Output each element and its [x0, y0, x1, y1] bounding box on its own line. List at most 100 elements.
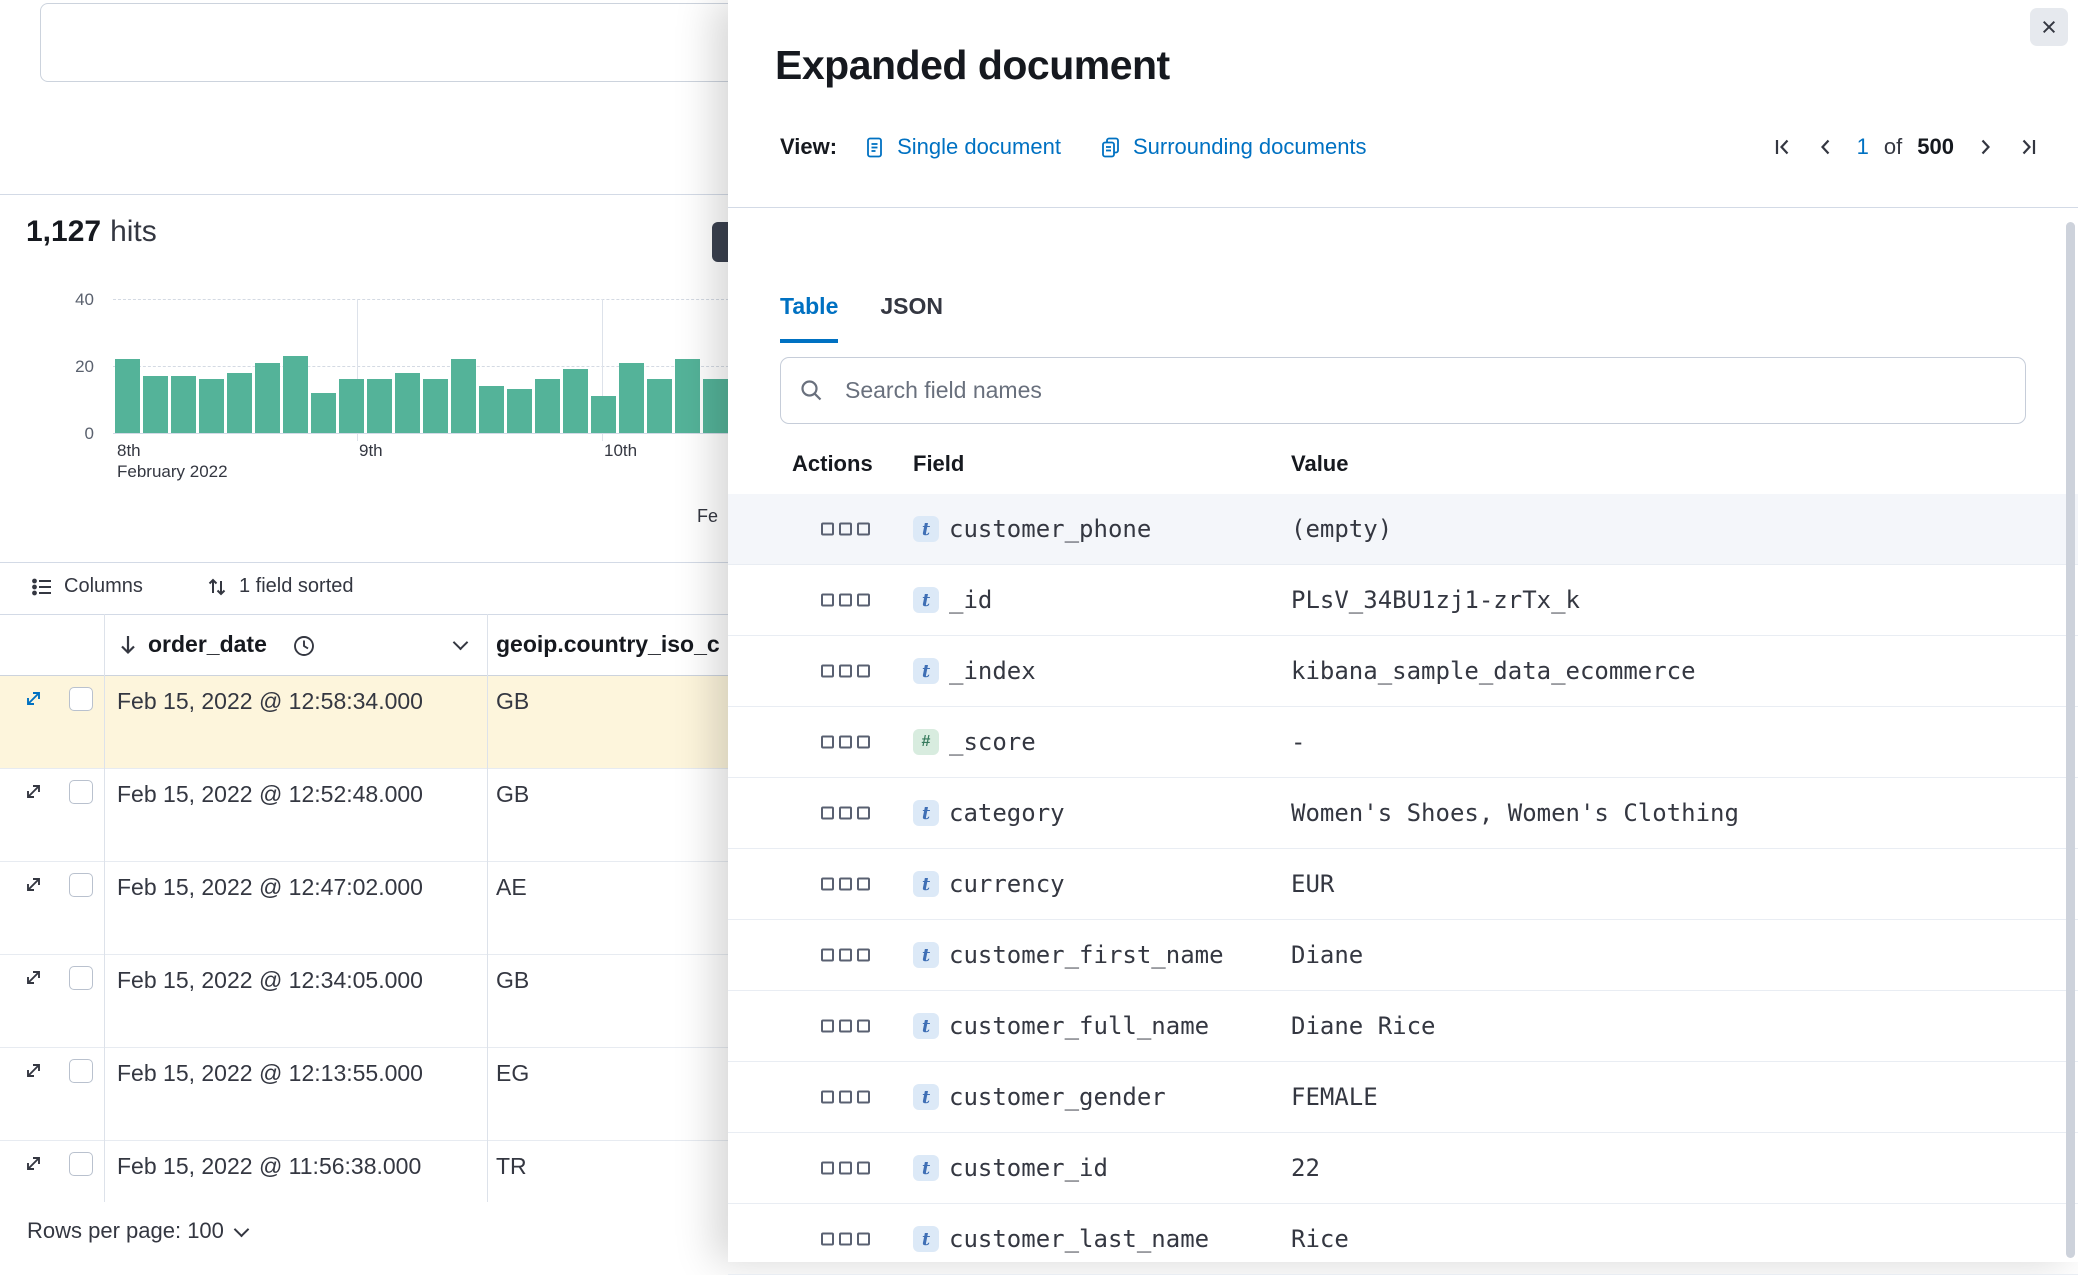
field-actions-buttons[interactable] [821, 1019, 870, 1033]
histogram-bar[interactable] [479, 386, 504, 433]
flyout-scrollbar[interactable] [2066, 222, 2075, 1258]
field-actions-buttons[interactable] [821, 522, 870, 536]
header-actions: Actions [792, 451, 873, 476]
cut-off-button[interactable] [712, 222, 728, 262]
table-row[interactable]: Feb 15, 2022 @ 12:52:48.000 GB [0, 769, 728, 862]
histogram-bar[interactable] [423, 379, 448, 433]
x-axis-tick: 10th [604, 441, 638, 460]
histogram-bar[interactable] [563, 369, 588, 433]
select-row-checkbox[interactable] [69, 687, 93, 711]
histogram-bar[interactable] [591, 396, 616, 433]
order-date-cell: Feb 15, 2022 @ 12:58:34.000 [117, 688, 423, 714]
close-icon: × [2041, 11, 2057, 42]
field-actions-buttons[interactable] [821, 877, 870, 891]
table-row[interactable]: Feb 15, 2022 @ 12:13:55.000 EG [0, 1048, 728, 1141]
histogram-bar[interactable] [703, 379, 728, 433]
expanded-document-flyout: × Expanded document View: Single documen… [728, 0, 2078, 1275]
field-actions-buttons[interactable] [821, 1161, 870, 1175]
table-row[interactable]: Feb 15, 2022 @ 12:58:34.000 GB [0, 676, 728, 769]
field-sorted-button[interactable]: 1 field sorted [206, 575, 354, 598]
expand-document-icon [27, 692, 40, 705]
histogram-bar[interactable] [451, 359, 476, 433]
field-actions-buttons[interactable] [821, 948, 870, 962]
field-actions-buttons[interactable] [821, 1232, 870, 1246]
expand-document-icon [27, 971, 40, 984]
field-name: customer_id [949, 1154, 1108, 1182]
tab-table[interactable]: Table [780, 293, 839, 343]
field-sorted-label: 1 field sorted [239, 575, 354, 597]
expand-document-button[interactable] [23, 1060, 44, 1086]
last-page-button[interactable] [2016, 135, 2040, 159]
order-date-cell: Feb 15, 2022 @ 12:13:55.000 [117, 1060, 423, 1086]
documents-icon [1102, 137, 1119, 157]
field-actions-buttons[interactable] [821, 1090, 870, 1104]
table-row[interactable]: Feb 15, 2022 @ 12:47:02.000 AE [0, 862, 728, 955]
flyout-header-divider [728, 207, 2078, 208]
field-value: Rice [1291, 1225, 1349, 1253]
select-row-checkbox[interactable] [69, 780, 93, 804]
column-header-order-date: order_date [148, 631, 267, 657]
field-row: t _id PLsV_34BU1zj1-zrTx_k [728, 565, 2078, 636]
histogram-bar[interactable] [619, 363, 644, 433]
list-icon [32, 578, 51, 595]
expand-document-button[interactable] [23, 688, 44, 714]
field-type-icon: t [913, 1013, 939, 1039]
search-field-names-input[interactable] [780, 357, 2026, 424]
histogram-bar[interactable] [199, 379, 224, 433]
x-axis-tick-sub: February 2022 [117, 462, 228, 481]
select-row-checkbox[interactable] [69, 873, 93, 897]
view-label: View: [780, 134, 838, 159]
histogram-bar[interactable] [339, 379, 364, 433]
tab-json[interactable]: JSON [880, 293, 943, 343]
grid-header[interactable]: order_date geoip.country_iso_c [0, 614, 728, 676]
histogram-bar[interactable] [255, 363, 280, 433]
next-page-button[interactable] [1973, 135, 1997, 159]
histogram-bar[interactable] [367, 379, 392, 433]
field-value: Diane [1291, 941, 1364, 969]
table-row[interactable]: Feb 15, 2022 @ 12:34:05.000 GB [0, 955, 728, 1048]
expand-document-icon [27, 785, 40, 798]
select-row-checkbox[interactable] [69, 1059, 93, 1083]
surrounding-documents-link[interactable]: Surrounding documents [1099, 134, 1367, 160]
histogram-bar[interactable] [507, 389, 532, 433]
first-page-button[interactable] [1771, 135, 1795, 159]
expand-document-button[interactable] [23, 874, 44, 900]
first-page-icon [1775, 139, 1788, 155]
x-axis-title-cut: Fe [697, 506, 719, 526]
x-axis-tick: 9th [359, 441, 383, 460]
field-name: customer_last_name [949, 1225, 1210, 1253]
histogram-bar[interactable] [115, 359, 140, 433]
histogram-bar[interactable] [171, 376, 196, 433]
column-menu-chevron-icon[interactable] [452, 634, 469, 651]
field-actions-buttons[interactable] [821, 806, 870, 820]
single-document-link[interactable]: Single document [863, 134, 1061, 160]
histogram-bar[interactable] [227, 373, 252, 433]
previous-page-button[interactable] [1814, 135, 1838, 159]
field-row: t customer_first_name Diane [728, 920, 2078, 991]
expand-document-button[interactable] [23, 781, 44, 807]
histogram-bar[interactable] [675, 359, 700, 433]
select-row-checkbox[interactable] [69, 966, 93, 990]
field-actions-buttons[interactable] [821, 593, 870, 607]
rows-per-page-button[interactable]: Rows per page: 100 [27, 1218, 250, 1244]
expand-document-button[interactable] [23, 967, 44, 993]
field-name: _index [949, 657, 1036, 685]
histogram-bar[interactable] [647, 379, 672, 433]
field-actions-buttons[interactable] [821, 735, 870, 749]
histogram-bar[interactable] [395, 373, 420, 433]
columns-button[interactable]: Columns [31, 575, 143, 598]
field-name: _score [949, 728, 1036, 756]
field-name: _id [949, 586, 993, 614]
field-actions-buttons[interactable] [821, 664, 870, 678]
select-row-checkbox[interactable] [69, 1152, 93, 1176]
close-flyout-button[interactable]: × [2030, 8, 2068, 46]
histogram-bar[interactable] [143, 376, 168, 433]
histogram-bar[interactable] [535, 379, 560, 433]
expand-document-button[interactable] [23, 1153, 44, 1179]
histogram-bar[interactable] [283, 356, 308, 433]
field-value: kibana_sample_data_ecommerce [1291, 657, 1696, 685]
expand-document-icon [27, 1157, 40, 1170]
document-pagination: 1 of 500 [1771, 128, 2040, 166]
histogram-bar[interactable] [311, 393, 336, 433]
field-name: category [949, 799, 1065, 827]
